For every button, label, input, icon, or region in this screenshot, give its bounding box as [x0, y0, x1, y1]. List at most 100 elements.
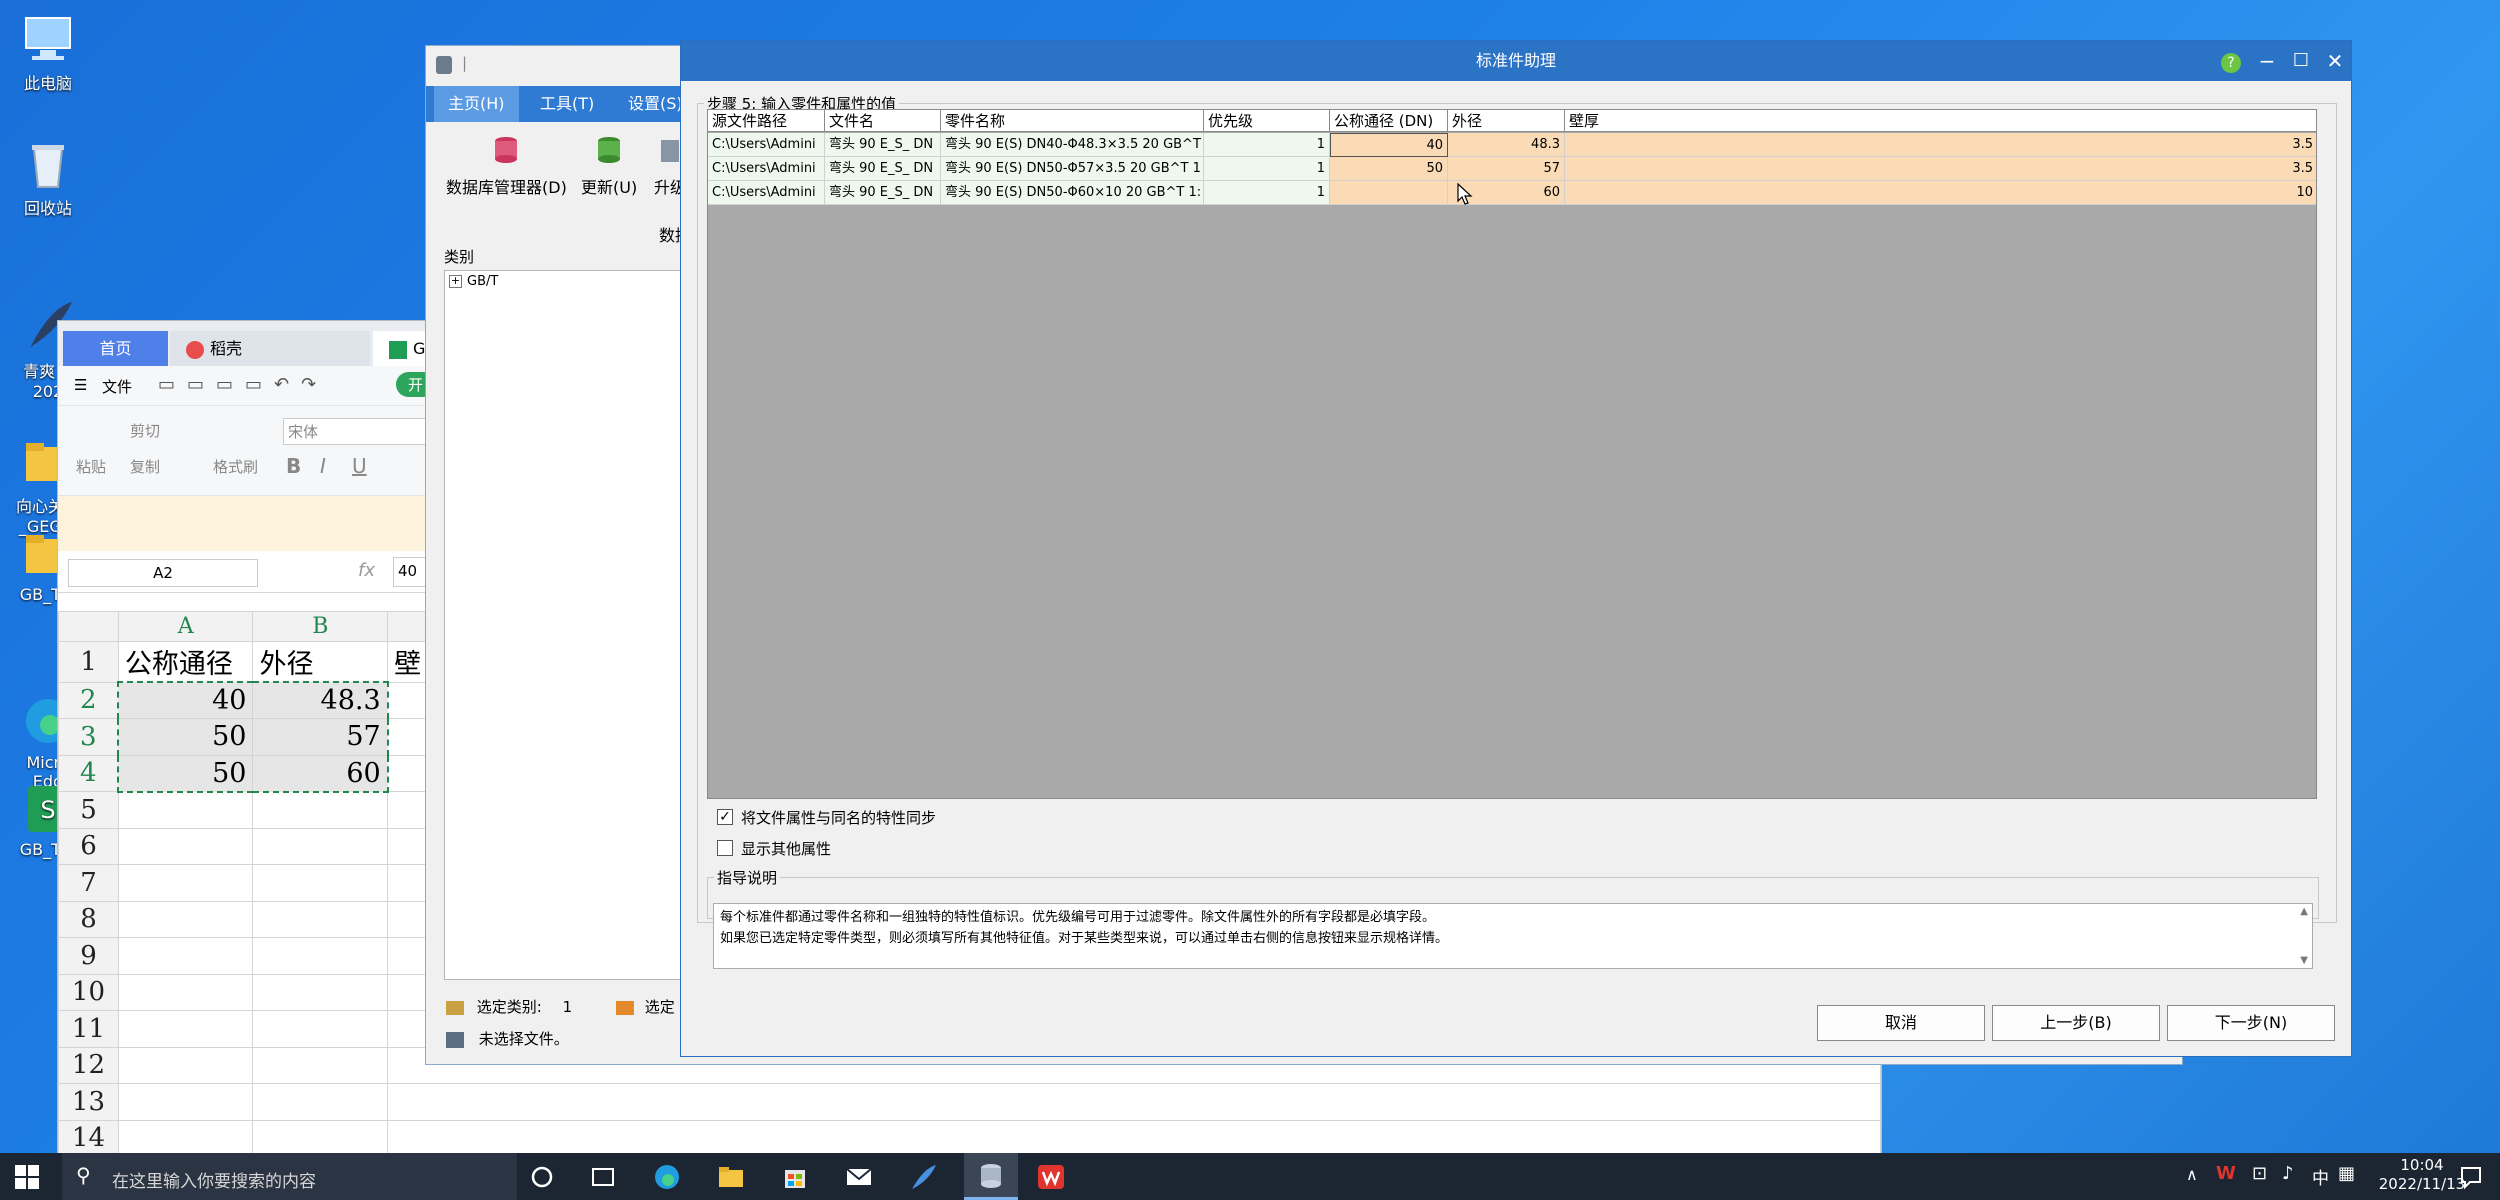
name-box[interactable]: A2	[68, 559, 258, 587]
col-outer-diameter[interactable]: 外径	[1448, 110, 1565, 132]
cell-part-name[interactable]: 弯头 90 E(S) DN50-Φ60×10 20 GB^T 1:	[941, 181, 1204, 205]
cell[interactable]: 50	[117, 718, 254, 756]
row-header[interactable]: 7	[58, 864, 119, 902]
back-button[interactable]: 上一步(B)	[1992, 1005, 2160, 1041]
part-values-grid[interactable]: 源文件路径 文件名 零件名称 优先级 公称通径 (DN) 外径 壁厚 C:\Us…	[707, 109, 2317, 799]
cell[interactable]	[252, 827, 389, 865]
col-priority[interactable]: 优先级	[1204, 110, 1330, 132]
col-source-path[interactable]: 源文件路径	[708, 110, 825, 132]
row-header[interactable]: 14	[58, 1119, 119, 1157]
col-part-name[interactable]: 零件名称	[941, 110, 1204, 132]
wps-icon[interactable]	[1036, 1162, 1066, 1192]
cell[interactable]	[387, 1119, 1881, 1157]
cell[interactable]	[117, 791, 254, 829]
edge-icon[interactable]	[652, 1162, 682, 1192]
corner-cell[interactable]	[58, 611, 119, 642]
row-header[interactable]: 4	[58, 754, 119, 792]
show-other-properties-checkbox[interactable]	[717, 840, 733, 856]
row-header[interactable]: 10	[58, 973, 119, 1011]
cell-part-name[interactable]: 弯头 90 E(S) DN40-Φ48.3×3.5 20 GB^T	[941, 133, 1204, 157]
cell-file-name[interactable]: 弯头 90 E_S_ DN	[825, 157, 941, 181]
column-header[interactable]: B	[252, 611, 389, 642]
database-manager-button[interactable]: 数据库管理器(D)	[446, 134, 567, 198]
row-header[interactable]: 12	[58, 1046, 119, 1084]
cell[interactable]	[252, 973, 389, 1011]
ime-indicator[interactable]: 中	[2312, 1164, 2329, 1189]
cut-button[interactable]: 剪切	[130, 420, 160, 441]
cell-nominal-diameter[interactable]: 40	[1330, 133, 1448, 157]
scroll-down-icon[interactable]: ▼	[2300, 955, 2308, 966]
copy-button[interactable]: 复制	[130, 456, 160, 477]
format-painter-button[interactable]: 格式刷	[213, 456, 258, 477]
col-wall-thickness[interactable]: 壁厚	[1565, 110, 2316, 132]
cell[interactable]	[252, 937, 389, 975]
cell[interactable]	[117, 900, 254, 938]
paste-button[interactable]: 粘贴	[76, 456, 106, 477]
feather-app-icon[interactable]	[908, 1162, 938, 1192]
store-icon[interactable]	[780, 1162, 810, 1192]
cell-wall-thickness[interactable]: 10	[1565, 181, 2316, 205]
maximize-icon[interactable]: ☐	[2283, 41, 2319, 81]
cell-priority[interactable]: 1	[1204, 181, 1330, 205]
wps-tray-icon[interactable]: W	[2216, 1163, 2236, 1184]
tree-node-gbt[interactable]: GB/T	[467, 274, 498, 289]
cell-file-name[interactable]: 弯头 90 E_S_ DN	[825, 133, 941, 157]
show-hidden-icons[interactable]: ∧	[2186, 1165, 2198, 1184]
cell[interactable]: 40	[117, 681, 254, 719]
cell[interactable]	[252, 900, 389, 938]
cell-part-name[interactable]: 弯头 90 E(S) DN50-Φ57×3.5 20 GB^T 1	[941, 157, 1204, 181]
cell[interactable]	[387, 1083, 1881, 1121]
quick-access-icons[interactable]: ▭▭▭▭↶↷	[158, 374, 328, 395]
tab-home[interactable]: 主页(H)	[434, 86, 519, 122]
expand-icon[interactable]: +	[449, 275, 462, 288]
close-icon[interactable]: ✕	[2317, 41, 2353, 81]
table-row[interactable]: C:\Users\Admini 弯头 90 E_S_ DN 弯头 90 E(S)…	[708, 181, 2316, 205]
menu-file[interactable]: 文件	[102, 376, 132, 397]
bold-button[interactable]: B	[286, 454, 301, 478]
row-header[interactable]: 5	[58, 791, 119, 829]
tab-tools[interactable]: 工具(T)	[526, 86, 608, 122]
cell[interactable]: 50	[117, 754, 254, 793]
table-row[interactable]: C:\Users\Admini 弯头 90 E_S_ DN 弯头 90 E(S)…	[708, 133, 2316, 157]
underline-button[interactable]: U	[352, 454, 367, 478]
italic-button[interactable]: I	[320, 454, 326, 478]
cell-wall-thickness[interactable]: 3.5	[1565, 157, 2316, 181]
row-header[interactable]: 11	[58, 1010, 119, 1048]
scroll-up-icon[interactable]: ▲	[2300, 906, 2308, 917]
desktop-icon-this-pc[interactable]: 此电脑	[8, 10, 88, 94]
hamburger-icon[interactable]: ☰	[74, 376, 87, 394]
cell[interactable]: 48.3	[252, 681, 389, 719]
fx-icon[interactable]: fx	[358, 560, 375, 581]
windows-start-icon[interactable]	[14, 1164, 44, 1194]
sync-properties-checkbox[interactable]: ✓	[717, 809, 733, 825]
desktop-icon-recycle-bin[interactable]: 回收站	[8, 135, 88, 219]
row-header[interactable]: 8	[58, 900, 119, 938]
cell[interactable]	[252, 864, 389, 902]
file-explorer-icon[interactable]	[716, 1162, 746, 1192]
cancel-button[interactable]: 取消	[1817, 1005, 1985, 1041]
guide-textbox[interactable]: 每个标准件都通过零件名称和一组独特的特性值标识。优先级编号可用于过滤零件。除文件…	[713, 903, 2313, 969]
minimize-icon[interactable]: −	[2249, 41, 2285, 81]
cell-priority[interactable]: 1	[1204, 157, 1330, 181]
cell-source-path[interactable]: C:\Users\Admini	[708, 157, 825, 181]
tab-home[interactable]: 首页	[63, 331, 168, 366]
row-header[interactable]: 3	[58, 718, 119, 756]
col-file-name[interactable]: 文件名	[825, 110, 941, 132]
column-header[interactable]: A	[117, 611, 254, 642]
cell[interactable]	[252, 1046, 389, 1084]
cell[interactable]	[117, 1119, 254, 1157]
network-icon[interactable]: ⊡	[2252, 1163, 2267, 1184]
cell[interactable]: 60	[252, 754, 389, 793]
tab-docer[interactable]: 稻壳	[170, 331, 370, 366]
table-row[interactable]: C:\Users\Admini 弯头 90 E_S_ DN 弯头 90 E(S)…	[708, 157, 2316, 181]
cell[interactable]: 外径	[252, 641, 389, 683]
cell-file-name[interactable]: 弯头 90 E_S_ DN	[825, 181, 941, 205]
row-header[interactable]: 1	[58, 641, 119, 683]
cell-nominal-diameter[interactable]: 50	[1330, 157, 1448, 181]
keyboard-icon[interactable]: ▦	[2338, 1163, 2355, 1184]
cell-source-path[interactable]: C:\Users\Admini	[708, 133, 825, 157]
taskbar-search-box[interactable]: ⚲ 在这里输入你要搜索的内容	[62, 1153, 517, 1200]
cell[interactable]	[252, 1010, 389, 1048]
row-header[interactable]: 2	[58, 681, 119, 719]
cell[interactable]: 公称通径	[117, 641, 254, 683]
